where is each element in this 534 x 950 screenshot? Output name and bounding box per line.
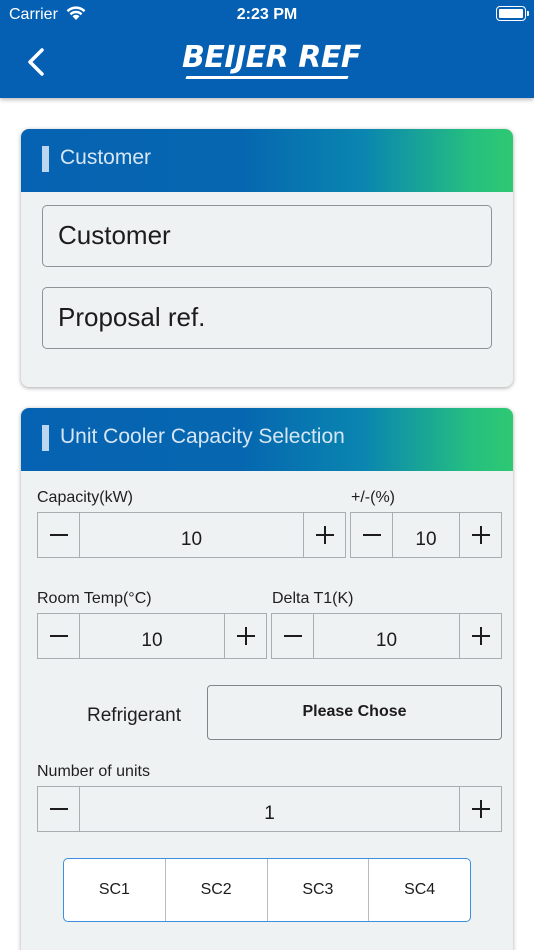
units-stepper: 1 <box>37 786 502 832</box>
delta-t1-stepper: 10 <box>271 613 502 659</box>
segment-sc2[interactable]: SC2 <box>164 859 267 921</box>
units-decrement-button[interactable] <box>38 787 80 831</box>
sc-segmented-control: SC1 SC2 SC3 SC4 <box>63 858 471 922</box>
room-temp-decrement-button[interactable] <box>38 614 80 658</box>
capacity-stepper: 10 <box>37 512 346 558</box>
nav-header: Carrier 2:23 PM BEIJER REF <box>0 0 534 98</box>
delta-t1-label: Delta T1(K) <box>272 590 354 607</box>
customer-card-header: Customer <box>21 129 513 192</box>
delta-t1-increment-button[interactable] <box>459 614 501 658</box>
unit-cooler-card: Unit Cooler Capacity Selection Capacity(… <box>21 408 513 950</box>
room-temp-value[interactable]: 10 <box>80 630 224 652</box>
customer-card-title: Customer <box>60 146 152 169</box>
beijer-ref-logo: BEIJER REF <box>180 40 361 82</box>
logo-underline <box>185 76 349 79</box>
tolerance-decrement-button[interactable] <box>351 513 393 557</box>
units-label: Number of units <box>37 763 150 780</box>
units-increment-button[interactable] <box>459 787 501 831</box>
capacity-label: Capacity(kW) <box>37 489 134 506</box>
segment-sc1[interactable]: SC1 <box>64 859 165 921</box>
unit-card-header: Unit Cooler Capacity Selection <box>21 408 513 471</box>
tolerance-value[interactable]: 10 <box>393 529 459 551</box>
room-temp-stepper: 10 <box>37 613 267 659</box>
tolerance-label: +/-(%) <box>351 489 395 506</box>
capacity-decrement-button[interactable] <box>38 513 80 557</box>
customer-input[interactable]: Customer <box>42 205 492 267</box>
section-marker <box>42 425 49 451</box>
segment-sc3[interactable]: SC3 <box>266 859 369 921</box>
refrigerant-label: Refrigerant <box>87 705 181 726</box>
brand-name: BEIJER REF <box>182 40 361 75</box>
customer-card: Customer Customer Proposal ref. <box>21 129 513 387</box>
capacity-increment-button[interactable] <box>303 513 345 557</box>
tolerance-stepper: 10 <box>350 512 502 558</box>
unit-card-title: Unit Cooler Capacity Selection <box>60 425 345 448</box>
back-chevron-icon[interactable] <box>22 44 52 80</box>
segment-sc4[interactable]: SC4 <box>368 859 470 921</box>
delta-t1-decrement-button[interactable] <box>272 614 314 658</box>
tolerance-increment-button[interactable] <box>459 513 501 557</box>
delta-t1-value[interactable]: 10 <box>314 630 459 652</box>
battery-icon <box>496 6 529 21</box>
section-marker <box>42 146 49 172</box>
status-bar: Carrier 2:23 PM <box>0 0 534 30</box>
refrigerant-select-button[interactable]: Please Chose <box>207 685 502 740</box>
room-temp-label: Room Temp(°C) <box>37 590 152 607</box>
room-temp-increment-button[interactable] <box>224 614 266 658</box>
units-value[interactable]: 1 <box>80 803 459 825</box>
proposal-ref-input[interactable]: Proposal ref. <box>42 287 492 349</box>
status-time: 2:23 PM <box>236 6 298 23</box>
capacity-value[interactable]: 10 <box>80 529 303 551</box>
